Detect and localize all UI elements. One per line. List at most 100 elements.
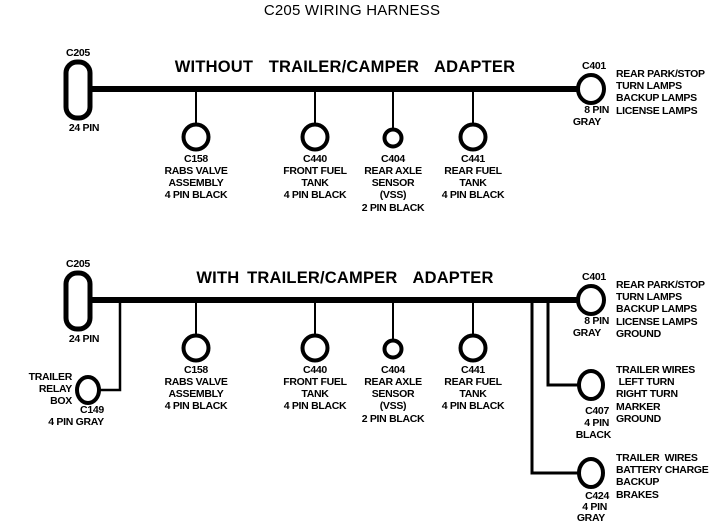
branch-line-c424 bbox=[530, 300, 578, 475]
desc-line: 4 PIN BLACK bbox=[283, 189, 347, 202]
circuit-line: REAR PARK/STOP bbox=[616, 68, 705, 80]
circuit-line: LICENSE LAMPS bbox=[616, 315, 698, 328]
connector-label-c441-2: C441 bbox=[461, 364, 485, 376]
desc-line: TANK bbox=[459, 177, 487, 190]
connector-color-c401-2: GRAY bbox=[572, 327, 601, 339]
connector-label-c404-2: C404 bbox=[381, 364, 405, 376]
connector-c158-shape-1 bbox=[181, 122, 211, 152]
circuit-line: RIGHT TURN bbox=[616, 388, 678, 401]
circuit-line: MARKER bbox=[616, 400, 661, 413]
connector-label-c158-1: C158 bbox=[184, 153, 208, 165]
connector-label-c205-2: C205 bbox=[66, 258, 90, 270]
desc-line: 4 PIN BLACK bbox=[441, 189, 505, 202]
circuit-list-c424: TRAILER WIRES BATTERY CHARGE BACKUP BRAKES bbox=[616, 452, 709, 501]
connector-c158-shape-2 bbox=[181, 333, 211, 363]
connector-c424-shape bbox=[577, 457, 605, 489]
desc-line: REAR FUEL bbox=[444, 376, 502, 388]
desc-line: REAR AXLE bbox=[364, 376, 422, 388]
section-heading-without-adapter: WITHOUT TRAILER/CAMPER ADAPTER bbox=[174, 58, 516, 76]
connector-label-c205-1: C205 bbox=[66, 47, 90, 59]
desc-line: REAR FUEL bbox=[444, 165, 502, 177]
connector-label-c158-2: C158 bbox=[184, 364, 208, 376]
relay-line: BOX bbox=[50, 395, 72, 408]
circuit-line: BATTERY CHARGE bbox=[616, 464, 709, 477]
connector-label-c440-2: C440 bbox=[303, 364, 327, 376]
circuit-line: BACKUP LAMPS bbox=[616, 92, 697, 105]
desc-line: 4 PIN BLACK bbox=[283, 400, 347, 413]
relay-line: RELAY bbox=[38, 383, 72, 396]
connector-pins-c205-1: 24 PIN bbox=[68, 122, 100, 134]
desc-line: ASSEMBLY bbox=[168, 388, 224, 401]
branch-line-c407 bbox=[546, 300, 578, 387]
relay-line: TRAILER bbox=[28, 371, 73, 383]
connector-label-c407: C407 bbox=[585, 405, 609, 417]
connector-label-c401-2: C401 bbox=[582, 271, 606, 283]
desc-line: TANK bbox=[301, 388, 329, 401]
desc-line: 4 PIN BLACK bbox=[441, 400, 505, 413]
circuit-line: TRAILER WIRES bbox=[616, 364, 695, 376]
connector-c407-shape bbox=[577, 369, 605, 401]
connector-color-c424: GRAY bbox=[576, 512, 605, 524]
desc-line: 2 PIN BLACK bbox=[361, 201, 425, 214]
circuit-list-c401-2: REAR PARK/STOP TURN LAMPS BACKUP LAMPS LICE… bbox=[616, 279, 705, 340]
connector-c440-shape-1 bbox=[300, 122, 330, 152]
desc-line: 2 PIN BLACK bbox=[361, 412, 425, 425]
desc-line: SENSOR bbox=[371, 388, 415, 401]
connector-desc-c404-1: REAR AXLE SENSOR (VSS) 2 PIN BLACK bbox=[362, 165, 425, 214]
circuit-line: GROUND bbox=[616, 327, 661, 340]
desc-line: RABS VALVE bbox=[164, 376, 228, 388]
connector-c149-shape bbox=[75, 375, 101, 405]
connector-pins-c205-2: 24 PIN bbox=[68, 333, 100, 345]
circuit-line: TURN LAMPS bbox=[616, 291, 682, 304]
circuit-line: TURN LAMPS bbox=[616, 80, 682, 93]
connector-label-c404-1: C404 bbox=[381, 153, 405, 165]
connector-c401-shape-2 bbox=[576, 284, 606, 316]
trailer-relay-box-label: TRAILER RELAY BOX bbox=[28, 371, 73, 408]
connector-label-c401-1: C401 bbox=[582, 60, 606, 72]
connector-c401-shape-1 bbox=[576, 73, 606, 105]
section-heading-with-adapter: WITH TRAILER/CAMPER ADAPTER bbox=[196, 269, 494, 287]
page-title: C205 WIRING HARNESS bbox=[263, 2, 441, 19]
connector-pins-c401-2: 8 PIN bbox=[584, 315, 609, 327]
desc-line: TANK bbox=[459, 388, 487, 401]
circuit-line: BACKUP LAMPS bbox=[616, 303, 697, 316]
connector-desc-c158-2: RABS VALVE ASSEMBLY 4 PIN BLACK bbox=[164, 376, 227, 413]
desc-line: FRONT FUEL bbox=[283, 165, 347, 177]
harness-wiring-graphic bbox=[63, 59, 606, 489]
branch-line-c149 bbox=[100, 300, 122, 392]
connector-c404-shape-1 bbox=[382, 127, 404, 149]
connector-label-c149: C149 bbox=[80, 404, 104, 416]
desc-line: (VSS) bbox=[379, 189, 407, 202]
connector-c404-shape-2 bbox=[382, 338, 404, 360]
desc-line: REAR AXLE bbox=[364, 165, 422, 177]
connector-pins-c401-1: 8 PIN bbox=[584, 104, 609, 116]
circuit-line: GROUND bbox=[616, 412, 661, 425]
connector-desc-c440-1: FRONT FUEL TANK 4 PIN BLACK bbox=[283, 165, 347, 202]
connector-desc-c440-2: FRONT FUEL TANK 4 PIN BLACK bbox=[283, 376, 347, 413]
connector-label-c441-1: C441 bbox=[461, 153, 485, 165]
wiring-diagram-canvas: C205 WIRING HARNESS WITHOUT TRAILER/CAMP… bbox=[0, 0, 720, 524]
desc-line: TANK bbox=[301, 177, 329, 190]
desc-line: ASSEMBLY bbox=[168, 177, 224, 190]
circuit-line: BACKUP bbox=[616, 476, 660, 489]
connector-color-c401-1: GRAY bbox=[572, 116, 601, 128]
circuit-line: LEFT TURN bbox=[616, 376, 675, 389]
connector-desc-c158-1: RABS VALVE ASSEMBLY 4 PIN BLACK bbox=[164, 165, 227, 202]
connector-c441-shape-2 bbox=[458, 333, 488, 363]
connector-label-c440-1: C440 bbox=[303, 153, 327, 165]
desc-line: (VSS) bbox=[379, 400, 407, 413]
circuit-list-c401-1: REAR PARK/STOP TURN LAMPS BACKUP LAMPS LICE… bbox=[616, 68, 705, 117]
desc-line: 4 PIN BLACK bbox=[164, 189, 228, 202]
circuit-line: BRAKES bbox=[616, 488, 659, 501]
connector-spec-c149: 4 PIN GRAY bbox=[48, 416, 104, 428]
desc-line: RABS VALVE bbox=[164, 165, 228, 177]
desc-line: SENSOR bbox=[371, 177, 415, 190]
connector-c440-shape-2 bbox=[300, 333, 330, 363]
connector-desc-c404-2: REAR AXLE SENSOR (VSS) 2 PIN BLACK bbox=[362, 376, 425, 425]
connector-desc-c441-2: REAR FUEL TANK 4 PIN BLACK bbox=[442, 376, 505, 413]
connector-color-c407: BLACK bbox=[575, 429, 612, 441]
connector-c441-shape-1 bbox=[458, 122, 488, 152]
connector-c205-shape-2 bbox=[63, 270, 93, 332]
circuit-list-c407: TRAILER WIRES LEFT TURN RIGHT TURN MARKER G… bbox=[616, 364, 695, 425]
circuit-line: TRAILER WIRES bbox=[616, 452, 698, 464]
